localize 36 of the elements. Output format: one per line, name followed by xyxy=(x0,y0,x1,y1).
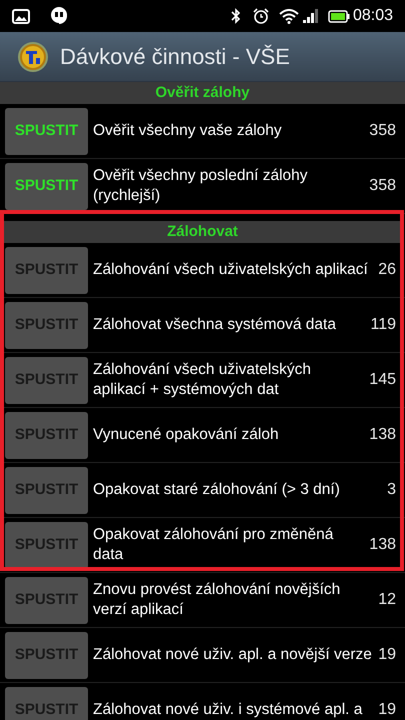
item-count: 12 xyxy=(378,590,396,610)
alarm-clock-icon xyxy=(252,8,269,24)
task-label: Ověřit všechny poslední zálohy (rychlejší) xyxy=(93,166,309,206)
bluetooth-icon xyxy=(230,8,241,24)
task-label: Zálohovat nové uživ. apl. a novější verze xyxy=(93,645,373,665)
section-header: Zálohovat xyxy=(167,222,238,242)
item-count: 119 xyxy=(370,315,396,335)
task-label: Vynucené opakování záloh xyxy=(93,425,280,445)
task-label: Ověřit všechny vaše zálohy xyxy=(93,121,283,141)
clock-time: 08:03 xyxy=(352,6,393,26)
task-label: Opakovat staré zálohování (> 3 dní) xyxy=(93,480,341,500)
task-label: Zálohovat nové uživ. i systémové apl. a xyxy=(93,700,364,720)
section-header: Ověřit zálohy xyxy=(155,82,250,103)
picture-notification-icon xyxy=(12,8,30,24)
run-button[interactable]: SPUSTIT xyxy=(5,162,88,210)
task-label: Zálohování všech uživatelských aplikací + systémových dat xyxy=(93,360,312,400)
item-count: 145 xyxy=(369,370,396,390)
screen-title: Dávkové činnosti - VŠE xyxy=(60,43,290,71)
task-label: Zálohování všech uživatelských aplikací xyxy=(93,260,369,280)
item-count: 26 xyxy=(378,260,396,280)
item-count: 138 xyxy=(369,535,396,555)
task-label: Znovu provést zálohování novějších verzí aplikací xyxy=(93,580,342,620)
item-count: 138 xyxy=(369,425,396,445)
item-count: 19 xyxy=(378,700,396,720)
run-button[interactable]: SPUSTIT xyxy=(5,108,88,154)
task-label: Opakovat zálohování pro změněná data xyxy=(93,525,334,565)
wifi-icon xyxy=(278,8,299,24)
item-count: 3 xyxy=(387,480,396,500)
item-count: 19 xyxy=(378,645,396,665)
signal-icon xyxy=(302,9,319,23)
app-logo-icon[interactable] xyxy=(17,40,49,72)
item-count: 358 xyxy=(369,121,396,141)
item-count: 358 xyxy=(369,176,396,196)
task-label: Zálohovat všechna systémová data xyxy=(93,315,337,335)
battery-icon xyxy=(328,10,350,22)
chat-bubble-icon xyxy=(50,7,68,25)
